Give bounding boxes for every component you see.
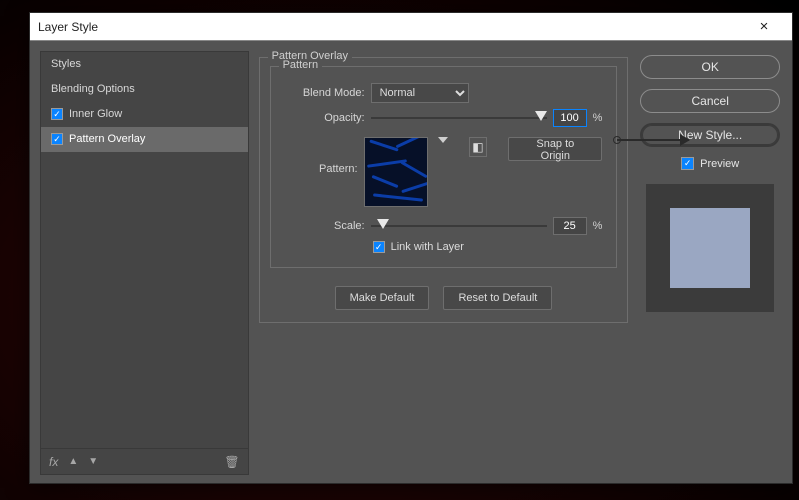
- trash-icon[interactable]: 🗑: [224, 455, 239, 469]
- close-icon[interactable]: ×: [744, 13, 784, 40]
- center-panel: Pattern Overlay Pattern Blend Mode: Norm…: [259, 51, 629, 475]
- row-scale: Scale: 25 %: [285, 217, 603, 235]
- styles-list: Styles Blending Options ✓ Inner Glow ✓ P…: [41, 52, 248, 448]
- sidebar-label: Blending Options: [51, 83, 135, 95]
- pattern-label: Pattern:: [285, 137, 358, 175]
- dialog-title: Layer Style: [38, 20, 744, 34]
- sidebar-footer: fx ▲ ▼ 🗑: [41, 448, 248, 474]
- preview-box: [646, 184, 774, 312]
- opacity-field[interactable]: 100: [553, 109, 587, 127]
- new-style-button[interactable]: New Style...: [640, 123, 780, 147]
- pattern-fieldset: Pattern Blend Mode: Normal Opacity:: [270, 66, 618, 268]
- sidebar-item-inner-glow[interactable]: ✓ Inner Glow: [41, 102, 248, 127]
- blend-mode-select[interactable]: Normal: [371, 83, 469, 103]
- cancel-button[interactable]: Cancel: [640, 89, 780, 113]
- preview-label: Preview: [700, 158, 739, 170]
- opacity-unit: %: [593, 112, 603, 124]
- pattern-dropdown-icon[interactable]: [438, 137, 448, 143]
- blend-mode-label: Blend Mode:: [285, 87, 365, 99]
- pattern-overlay-group: Pattern Overlay Pattern Blend Mode: Norm…: [259, 57, 629, 323]
- row-opacity: Opacity: 100 %: [285, 109, 603, 127]
- annotation-arrow: [617, 139, 689, 141]
- row-blend-mode: Blend Mode: Normal: [285, 83, 603, 103]
- fx-icon[interactable]: fx: [49, 455, 58, 469]
- snap-to-origin-button[interactable]: Snap to Origin: [508, 137, 602, 161]
- move-up-icon[interactable]: ▲: [68, 456, 78, 467]
- scale-field[interactable]: 25: [553, 217, 587, 235]
- titlebar: Layer Style ×: [30, 13, 792, 41]
- layer-style-dialog: Layer Style × Styles Blending Options ✓ …: [29, 12, 793, 484]
- preview-checkbox[interactable]: ✓: [681, 157, 694, 170]
- preview-swatch: [670, 208, 750, 288]
- new-preset-icon[interactable]: ◧: [469, 137, 487, 157]
- scale-label: Scale:: [285, 220, 365, 232]
- opacity-label: Opacity:: [285, 112, 365, 124]
- link-with-layer-checkbox[interactable]: ✓: [373, 241, 385, 253]
- sidebar-label: Styles: [51, 58, 81, 70]
- default-buttons-row: Make Default Reset to Default: [270, 286, 618, 310]
- checkbox-icon[interactable]: ✓: [51, 108, 63, 120]
- preview-toggle-row: ✓ Preview: [681, 157, 739, 170]
- opacity-slider[interactable]: [371, 110, 547, 126]
- sidebar-item-blending-options[interactable]: Blending Options: [41, 77, 248, 102]
- sidebar-label: Pattern Overlay: [69, 133, 145, 145]
- scale-slider[interactable]: [371, 218, 547, 234]
- move-down-icon[interactable]: ▼: [88, 456, 98, 467]
- reset-default-button[interactable]: Reset to Default: [443, 286, 552, 310]
- make-default-button[interactable]: Make Default: [335, 286, 430, 310]
- checkbox-icon[interactable]: ✓: [51, 133, 63, 145]
- sidebar-item-styles[interactable]: Styles: [41, 52, 248, 77]
- scale-unit: %: [593, 220, 603, 232]
- fieldset-title: Pattern: [279, 59, 322, 71]
- row-link-with-layer: ✓ Link with Layer: [373, 241, 603, 253]
- sidebar-label: Inner Glow: [69, 108, 122, 120]
- row-pattern: Pattern: ◧: [285, 137, 603, 207]
- ok-button[interactable]: OK: [640, 55, 780, 79]
- pattern-swatch[interactable]: [364, 137, 428, 207]
- styles-sidebar: Styles Blending Options ✓ Inner Glow ✓ P…: [40, 51, 249, 475]
- right-panel: OK Cancel New Style... ✓ Preview: [638, 51, 782, 475]
- link-with-layer-label: Link with Layer: [391, 241, 464, 253]
- dialog-body: Styles Blending Options ✓ Inner Glow ✓ P…: [30, 41, 792, 483]
- sidebar-item-pattern-overlay[interactable]: ✓ Pattern Overlay: [41, 127, 248, 152]
